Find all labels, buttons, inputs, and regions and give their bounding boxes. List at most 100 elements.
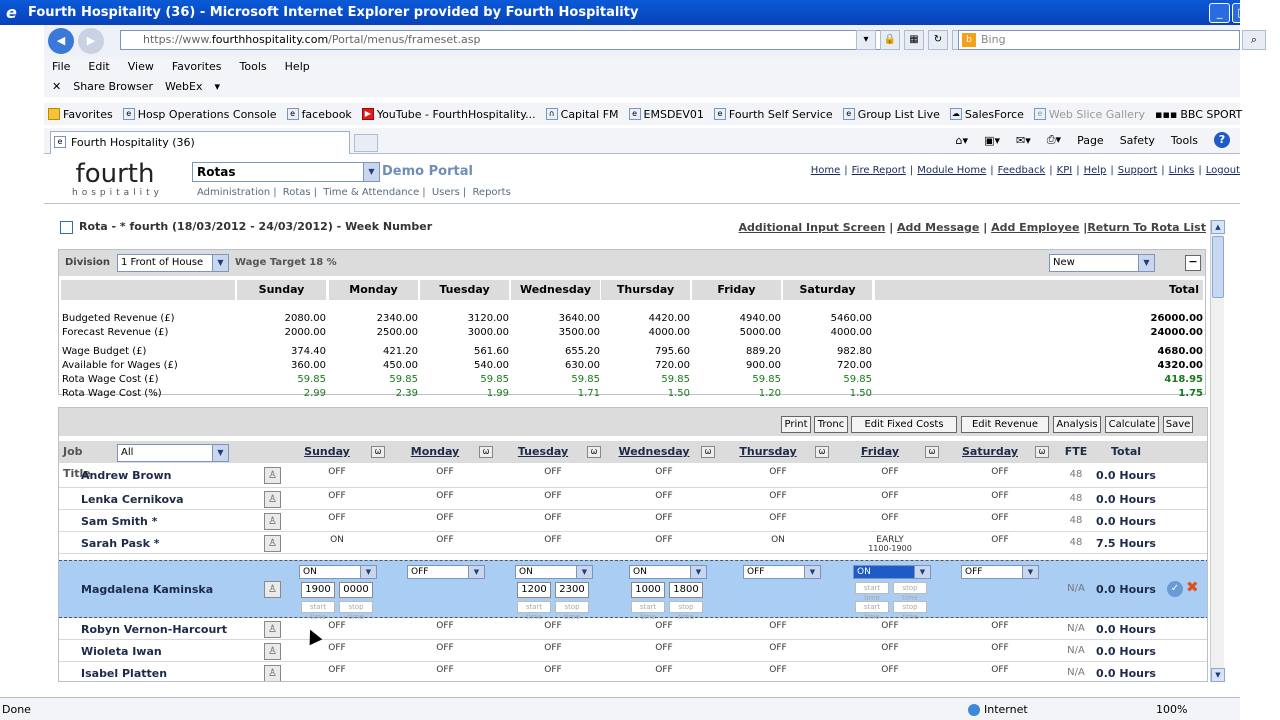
shift-cell[interactable]: OFF: [415, 513, 475, 523]
menu-tools[interactable]: Tools: [240, 60, 267, 73]
menu-file[interactable]: File: [52, 60, 70, 73]
shift-cell[interactable]: OFF: [860, 491, 920, 501]
staff-name[interactable]: Robyn Vernon-Harcourt: [81, 623, 227, 636]
button-tronc[interactable]: Tronc: [814, 416, 848, 433]
back-button[interactable]: ◀: [48, 28, 74, 54]
button-calculate[interactable]: Calculate: [1105, 416, 1159, 433]
shift-cell[interactable]: OFF: [860, 665, 920, 675]
shift-select[interactable]: OFF ▼: [743, 565, 821, 579]
stop-time-placeholder[interactable]: stop time: [893, 582, 927, 602]
shift-cell[interactable]: OFF: [970, 513, 1030, 523]
shift-cell[interactable]: OFF: [634, 643, 694, 653]
shift-cell[interactable]: OFF: [523, 643, 583, 653]
stop-time-input[interactable]: 1800: [669, 582, 703, 598]
stop-time-placeholder[interactable]: stop time: [339, 601, 373, 621]
refresh-icon[interactable]: ↻: [928, 30, 948, 50]
shift-select[interactable]: OFF ▼: [407, 565, 485, 579]
start-time-placeholder[interactable]: start time: [855, 582, 889, 602]
menu-edit[interactable]: Edit: [88, 60, 109, 73]
link-fire-report[interactable]: Fire Report: [852, 165, 906, 176]
staff-row[interactable]: Sam Smith * ♙ OFF OFF OFF OFF OFF OFF OFF 48 0.0 H…: [59, 510, 1207, 532]
link-links[interactable]: Links: [1169, 165, 1195, 176]
fav-emsdev01[interactable]: e EMSDEV01: [628, 108, 704, 121]
link-add-employee[interactable]: Add Employee: [991, 221, 1079, 234]
link-help[interactable]: Help: [1084, 165, 1107, 176]
fav-capital-fm[interactable]: ∩ Capital FM: [545, 108, 619, 121]
tools-menu[interactable]: Tools: [1171, 134, 1198, 147]
module-select[interactable]: Rotas ▼: [192, 162, 380, 182]
rota-checkbox[interactable]: [60, 220, 73, 234]
minimize-button[interactable]: _: [1209, 3, 1230, 23]
start-time-input[interactable]: 1200: [517, 582, 551, 598]
forward-button[interactable]: ▶: [78, 28, 104, 54]
staff-name[interactable]: Lenka Cernikova: [81, 493, 184, 506]
shift-cell[interactable]: OFF: [415, 621, 475, 631]
help-icon[interactable]: ?: [1214, 132, 1230, 148]
search-input[interactable]: b Bing: [958, 30, 1240, 50]
staff-name[interactable]: Isabel Platten: [81, 667, 167, 680]
col-sunday[interactable]: Sunday: [283, 441, 371, 463]
share-browser-button[interactable]: Share Browser: [73, 80, 153, 93]
staff-name[interactable]: Sam Smith *: [81, 515, 157, 528]
shift-cell[interactable]: OFF: [748, 491, 808, 501]
shift-cell[interactable]: OFF: [415, 665, 475, 675]
shift-cell[interactable]: OFF: [860, 513, 920, 523]
shift-cell[interactable]: OFF: [748, 467, 808, 477]
person-icon[interactable]: ♙: [264, 581, 281, 598]
shift-select[interactable]: ON ▼: [853, 565, 931, 579]
fav-web-slice[interactable]: e Web Slice Gallery: [1033, 108, 1145, 121]
shift-cell[interactable]: OFF: [970, 621, 1030, 631]
col-friday[interactable]: Friday: [835, 441, 925, 463]
col-wednesday[interactable]: Wednesday: [607, 441, 701, 463]
page-menu[interactable]: Page: [1077, 134, 1104, 147]
fav-facebook[interactable]: e facebook: [286, 108, 352, 121]
shift-cell[interactable]: OFF: [307, 513, 367, 523]
fav-group-list[interactable]: e Group List Live: [842, 108, 940, 121]
staff-name[interactable]: Andrew Brown: [81, 469, 171, 482]
shift-cell[interactable]: OFF: [970, 665, 1030, 675]
shift-select[interactable]: ON ▼: [629, 565, 707, 579]
zoom-level[interactable]: 100%: [1156, 703, 1187, 716]
nav-administration[interactable]: Administration: [197, 187, 270, 198]
stop-time-placeholder[interactable]: stop time: [669, 601, 703, 621]
person-icon[interactable]: ♙: [264, 513, 281, 530]
shift-cell[interactable]: OFF: [860, 467, 920, 477]
shift-cell[interactable]: OFF: [748, 621, 808, 631]
shift-cell[interactable]: OFF: [634, 491, 694, 501]
shift-cell[interactable]: OFF: [523, 513, 583, 523]
link-home[interactable]: Home: [811, 165, 841, 176]
chart-icon[interactable]: Ѡ: [371, 446, 385, 458]
shift-select[interactable]: ON ▼: [299, 565, 377, 579]
scroll-up-icon[interactable]: ▲: [1211, 220, 1225, 234]
button-save[interactable]: Save: [1163, 416, 1193, 433]
scroll-thumb[interactable]: [1212, 236, 1224, 298]
button-print[interactable]: Print: [781, 416, 811, 433]
col-tuesday[interactable]: Tuesday: [499, 441, 587, 463]
shift-cell[interactable]: OFF: [523, 467, 583, 477]
new-tab-button[interactable]: [354, 134, 378, 152]
shift-cell[interactable]: OFF: [970, 467, 1030, 477]
stop-time-placeholder[interactable]: stop time: [555, 601, 589, 621]
chart-icon[interactable]: Ѡ: [815, 446, 829, 458]
webex-button[interactable]: WebEx: [165, 80, 202, 93]
link-module-home[interactable]: Module Home: [917, 165, 986, 176]
person-icon[interactable]: ♙: [264, 491, 281, 508]
col-saturday[interactable]: Saturday: [945, 441, 1035, 463]
button-edit-revenue[interactable]: Edit Revenue: [961, 416, 1049, 433]
mail-icon[interactable]: ✉▾: [1016, 134, 1031, 147]
chart-icon[interactable]: Ѡ: [1035, 446, 1049, 458]
tab-fourth-hospitality[interactable]: e Fourth Hospitality (36): [50, 131, 350, 154]
dropdown-icon[interactable]: ▾: [856, 30, 876, 50]
shift-cell[interactable]: OFF: [415, 491, 475, 501]
staff-name[interactable]: Wioleta Iwan: [81, 645, 162, 658]
chart-icon[interactable]: Ѡ: [925, 446, 939, 458]
shift-cell[interactable]: OFF: [634, 535, 694, 545]
shift-cell[interactable]: OFF: [748, 665, 808, 675]
chart-icon[interactable]: Ѡ: [587, 446, 601, 458]
button-edit-fixed-costs[interactable]: Edit Fixed Costs: [851, 416, 957, 433]
fav-salesforce[interactable]: ☁ SalesForce: [949, 108, 1024, 121]
shift-cell[interactable]: OFF: [634, 621, 694, 631]
shift-cell[interactable]: OFF: [748, 513, 808, 523]
chevron-down-icon[interactable]: ▾: [215, 80, 221, 93]
shift-select[interactable]: ON ▼: [515, 565, 593, 579]
